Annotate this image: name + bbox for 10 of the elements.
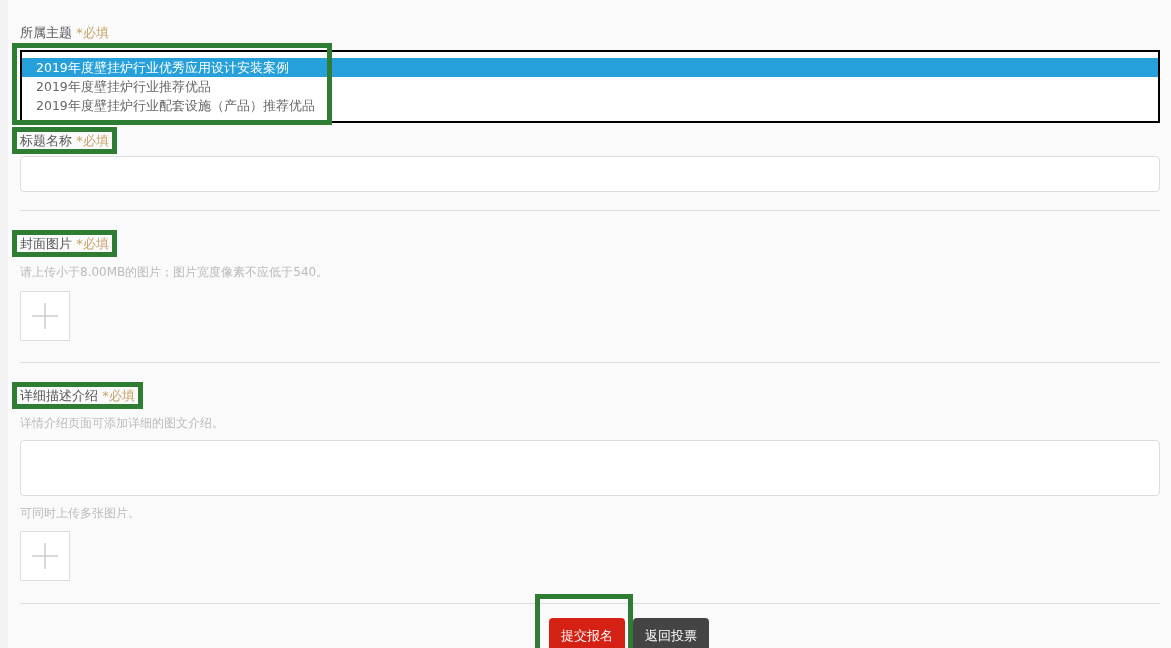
field-label: 所属主题 *必填: [20, 25, 109, 41]
topic-option[interactable]: 2019年度壁挂炉行业配套设施（产品）推荐优品: [22, 96, 1158, 115]
field-label: 标题名称 *必填: [20, 133, 109, 149]
hint-text: 详情介绍页面可添加详细的图文介绍。: [20, 415, 225, 432]
topic-option[interactable]: 2019年度壁挂炉行业推荐优品: [22, 77, 1158, 96]
back-button[interactable]: 返回投票: [633, 618, 709, 648]
submit-button[interactable]: 提交报名: [549, 618, 625, 648]
field-label: 封面图片 *必填: [20, 236, 109, 252]
field-label: 详细描述介绍 *必填: [20, 388, 135, 404]
topic-listbox[interactable]: 2019年度壁挂炉行业优秀应用设计安装案例 2019年度壁挂炉行业推荐优品 2019年度壁挂炉行业配套设施（产品）推荐优品: [20, 50, 1160, 123]
